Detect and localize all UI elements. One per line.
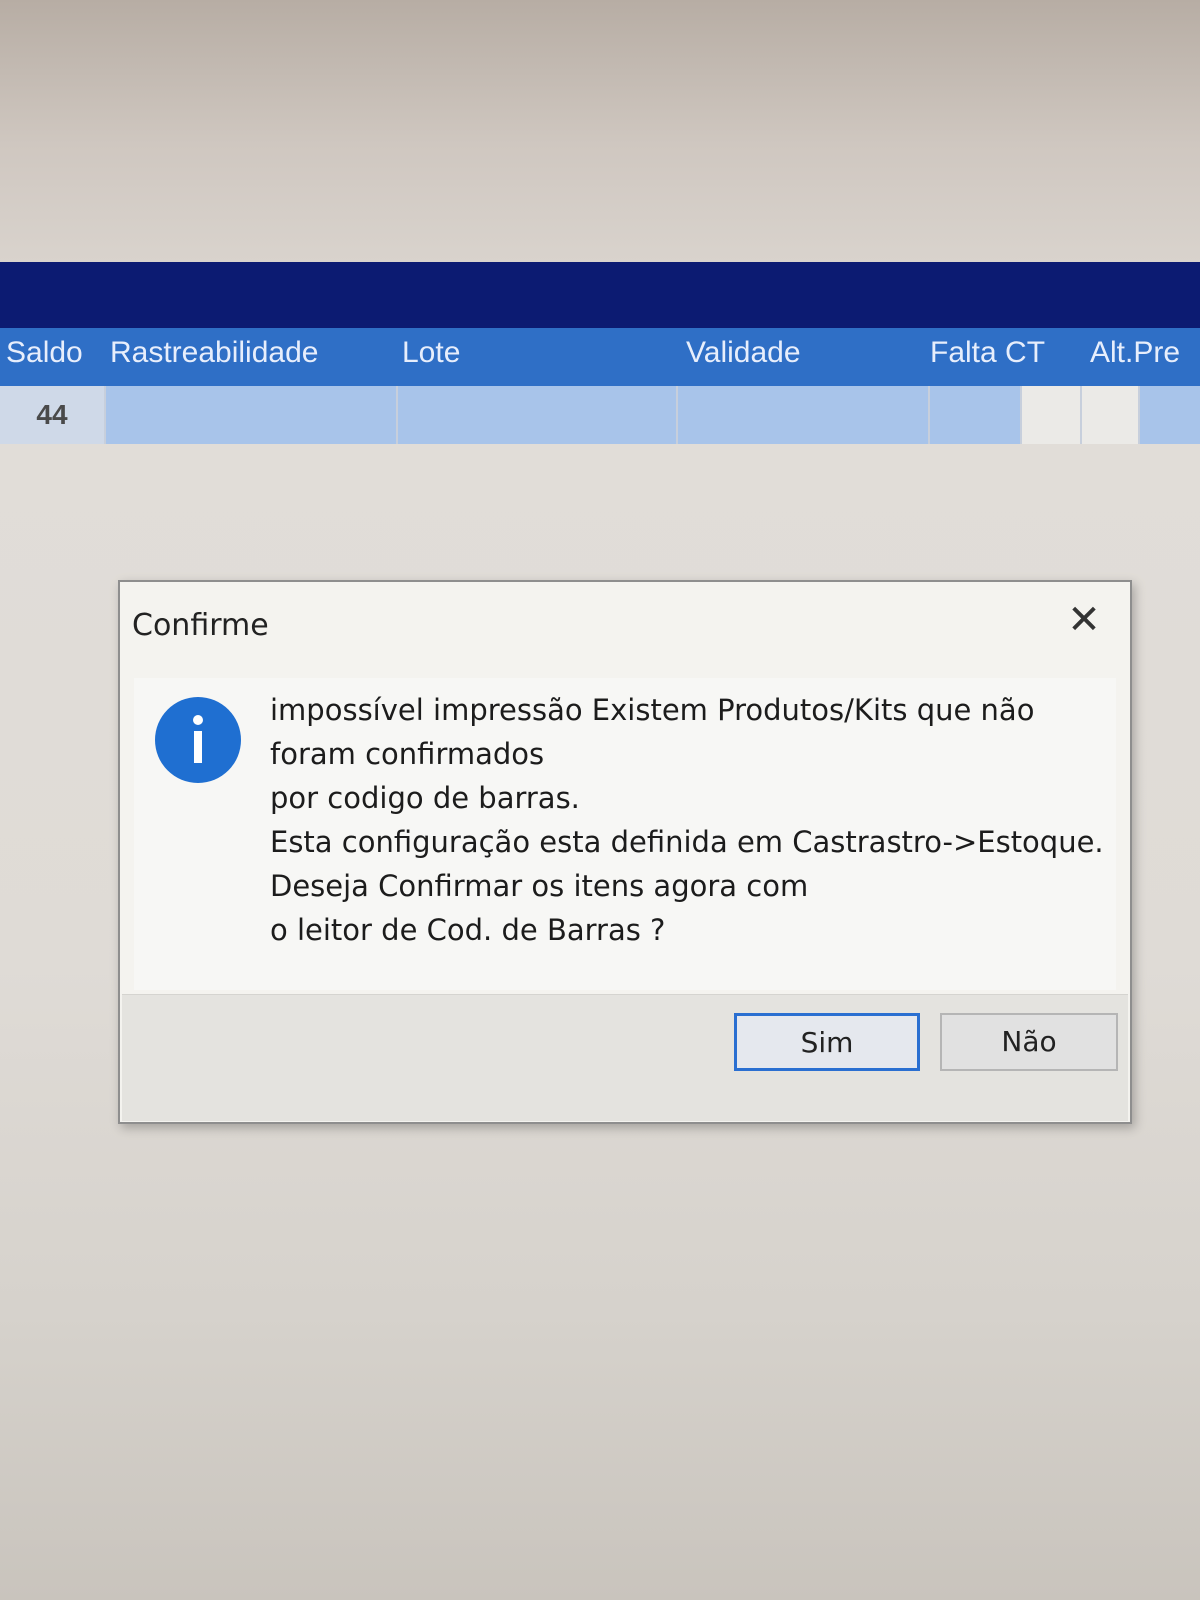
- column-header-lote[interactable]: Lote: [402, 336, 460, 370]
- column-header-alt-pre[interactable]: Alt.Pre: [1090, 336, 1180, 370]
- cell-rastreabilidade[interactable]: [106, 386, 398, 444]
- column-header-saldo[interactable]: Saldo: [6, 336, 83, 370]
- cell-lote[interactable]: [398, 386, 678, 444]
- cell-falta[interactable]: [930, 386, 1022, 444]
- screen-bezel: [0, 0, 1200, 262]
- no-button[interactable]: Não: [940, 1013, 1118, 1071]
- column-header-falta-ct[interactable]: Falta CT: [930, 336, 1045, 370]
- message-panel: impossível impressão Existem Produtos/Ki…: [134, 678, 1116, 990]
- close-icon[interactable]: ✕: [1064, 600, 1104, 640]
- info-icon: [155, 697, 241, 783]
- confirm-dialog: Confirme ✕ impossível impressão Existem …: [118, 580, 1132, 1124]
- yes-button[interactable]: Sim: [734, 1013, 920, 1071]
- column-header-rastreabilidade[interactable]: Rastreabilidade: [110, 336, 318, 370]
- cell-pre[interactable]: [1140, 386, 1200, 444]
- cell-alt[interactable]: [1082, 386, 1140, 444]
- column-header-validade[interactable]: Validade: [686, 336, 801, 370]
- cell-saldo[interactable]: 44: [0, 386, 106, 444]
- dialog-title: Confirme: [132, 608, 269, 643]
- table-row[interactable]: 44: [0, 386, 1200, 444]
- dialog-button-bar: Sim Não: [122, 994, 1128, 1121]
- cell-validade[interactable]: [678, 386, 930, 444]
- dialog-message: impossível impressão Existem Produtos/Ki…: [270, 693, 1104, 947]
- app-title-bar: [0, 262, 1200, 328]
- grid-header: Saldo Rastreabilidade Lote Validade Falt…: [0, 328, 1200, 386]
- cell-ct[interactable]: [1022, 386, 1082, 444]
